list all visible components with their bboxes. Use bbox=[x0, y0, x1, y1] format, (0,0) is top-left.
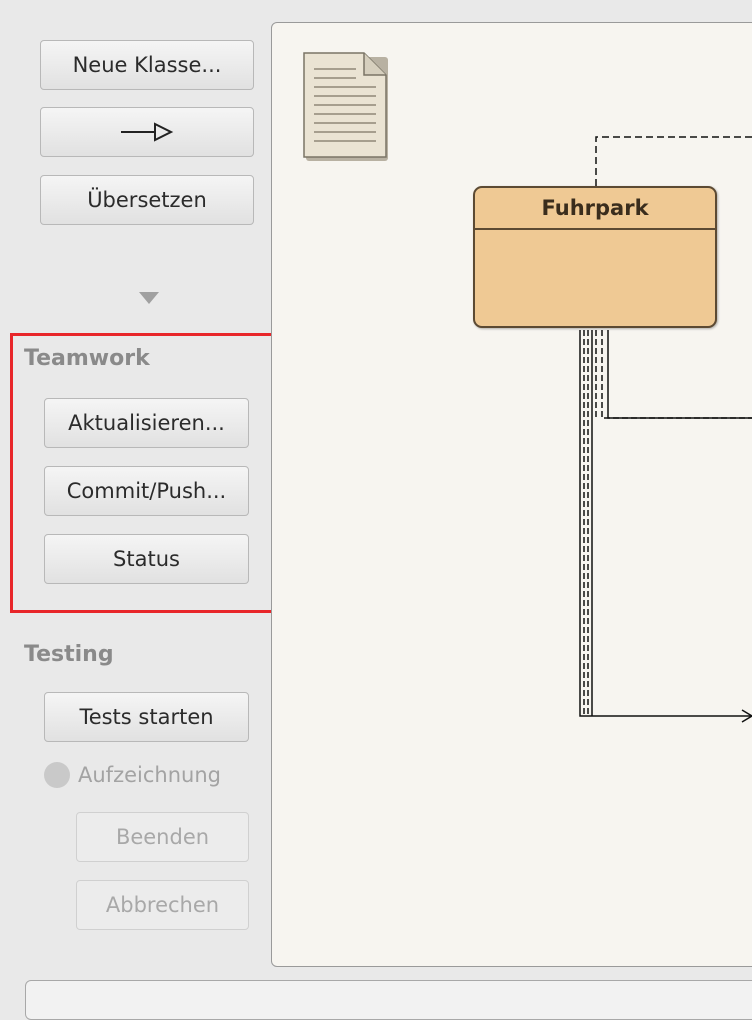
class-name: Fuhrpark bbox=[475, 188, 715, 230]
bottom-panel bbox=[25, 980, 752, 1020]
dependency-lines bbox=[579, 136, 752, 723]
class-box-fuhrpark[interactable]: Fuhrpark bbox=[473, 186, 717, 328]
